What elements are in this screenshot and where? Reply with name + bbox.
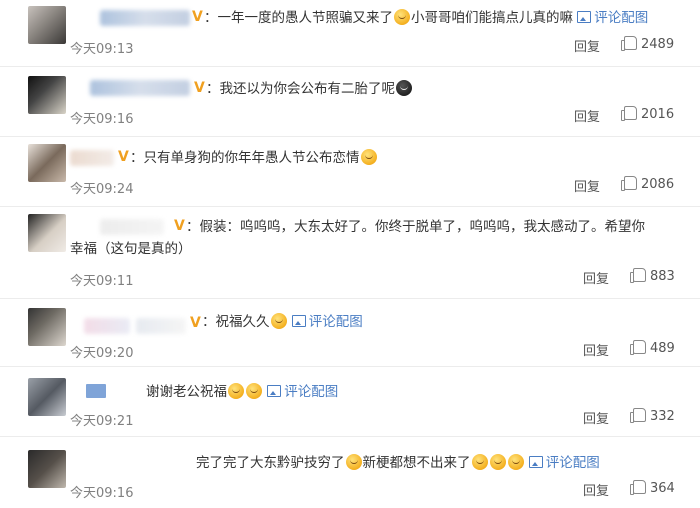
picture-link-label: 评论配图 [308, 314, 363, 330]
comment-item: V ：只有单身狗的你年年愚人节公布恋情 今天09:24 回复 2086 [0, 136, 700, 207]
thumbs-up-icon [630, 340, 646, 355]
emoji-face-icon [228, 383, 244, 399]
like-count: 364 [650, 481, 675, 496]
comment-item: 谢谢老公祝福 评论配图 今天09:21 回复 332 [0, 366, 700, 437]
comment-text-part: 小哥哥咱们能搞点儿真的嘛 [411, 10, 573, 26]
comment-item: V ：我还以为你会公布有二胎了呢 今天09:16 回复 2016 [0, 66, 700, 137]
emoji-face-icon [345, 454, 362, 470]
comment-text: 谢谢老公祝福 评论配图 [146, 381, 338, 403]
comment-time: 今天09:16 [70, 112, 134, 127]
thumbs-up-icon [630, 480, 646, 495]
emoji-face-icon [394, 9, 410, 25]
picture-link-label: 评论配图 [594, 10, 649, 26]
like-count: 2489 [641, 37, 675, 52]
avatar[interactable] [28, 76, 66, 114]
comment-text: 完了完了大东黔驴技穷了 新梗都想不出来了 评论配图 [196, 452, 600, 474]
reply-button[interactable]: 回复 [583, 340, 609, 359]
comment-time: 今天09:16 [70, 486, 134, 501]
emoji-face-icon [246, 383, 262, 399]
reply-button[interactable]: 回复 [574, 176, 600, 195]
comment-text-part: ：假装：呜呜呜，大东太好了。你终于脱单了，呜呜呜，我太感动了。希望你 [186, 219, 645, 235]
avatar[interactable] [28, 308, 66, 346]
comment-item: V ：祝福久久 评论配图 今天09:20 回复 489 [0, 298, 700, 367]
picture-link-label: 评论配图 [545, 455, 600, 471]
avatar[interactable] [28, 450, 66, 488]
comment-time: 今天09:21 [70, 414, 134, 429]
verified-v-icon: V [194, 80, 205, 96]
thumbs-up-icon [630, 268, 646, 283]
comment-text: ：只有单身狗的你年年愚人节公布恋情 [130, 147, 378, 169]
like-count: 332 [650, 409, 675, 424]
like-count: 2016 [641, 107, 675, 122]
like-button[interactable]: 364 [630, 480, 675, 496]
comment-picture-link[interactable]: 评论配图 [577, 10, 648, 26]
like-button[interactable]: 332 [630, 408, 675, 424]
avatar[interactable] [28, 214, 66, 252]
like-count: 489 [650, 341, 675, 356]
emoji-face-icon [270, 313, 287, 329]
like-button[interactable]: 2016 [621, 106, 675, 122]
reply-button[interactable]: 回复 [583, 408, 609, 427]
comment-time: 今天09:20 [70, 346, 134, 361]
emoji-face-icon [360, 149, 377, 165]
verified-v-icon: V [190, 315, 201, 331]
comment-text-part: ：只有单身狗的你年年愚人节公布恋情 [130, 150, 360, 166]
emoji-face-icon [396, 80, 412, 96]
comment-item: 完了完了大东黔驴技穷了 新梗都想不出来了 评论配图 今天09:16 回复 364 [0, 436, 700, 508]
username-blurred[interactable] [84, 318, 130, 334]
avatar[interactable] [28, 144, 66, 182]
comment-text-part: ：祝福久久 [202, 314, 270, 330]
like-button[interactable]: 2086 [621, 176, 675, 192]
comment-text: ：一年一度的愚人节照骗又来了 小哥哥咱们能搞点儿真的嘛 评论配图 [204, 7, 648, 29]
avatar[interactable] [28, 6, 66, 44]
comment-time: 今天09:11 [70, 274, 134, 289]
comment-text-part: ：一年一度的愚人节照骗又来了 [204, 10, 393, 26]
reply-button[interactable]: 回复 [574, 106, 600, 125]
picture-icon [291, 315, 306, 327]
like-button[interactable]: 2489 [621, 36, 675, 52]
comment-text-part: ：我还以为你会公布有二胎了呢 [206, 81, 395, 97]
comment-text: ：假装：呜呜呜，大东太好了。你终于脱单了，呜呜呜，我太感动了。希望你幸福（这句是… [70, 216, 690, 260]
emoji-face-icon [507, 454, 524, 470]
username-blurred[interactable] [100, 10, 190, 26]
thumbs-up-icon [621, 106, 637, 121]
reply-button[interactable]: 回复 [583, 268, 609, 287]
username-blurred[interactable] [136, 318, 186, 334]
comment-picture-link[interactable]: 评论配图 [291, 314, 363, 330]
verified-v-icon: V [192, 9, 203, 25]
thumbs-up-icon [621, 176, 637, 191]
verified-v-icon: V [118, 149, 129, 165]
comment-text-part: 幸福（这句是真的） [70, 241, 192, 257]
comment-text: ：我还以为你会公布有二胎了呢 [206, 78, 413, 100]
comment-time: 今天09:24 [70, 182, 134, 197]
comment-text-part: 谢谢老公祝福 [146, 384, 227, 400]
reply-button[interactable]: 回复 [574, 36, 600, 55]
username-blurred[interactable] [70, 150, 114, 166]
picture-icon [267, 385, 282, 397]
comment-text-part: 完了完了大东黔驴技穷了 [196, 455, 345, 471]
like-button[interactable]: 883 [630, 268, 675, 284]
picture-icon [577, 11, 592, 23]
username-blurred[interactable] [86, 384, 106, 398]
picture-link-label: 评论配图 [284, 384, 339, 400]
comment-picture-link[interactable]: 评论配图 [528, 455, 600, 471]
like-count: 2086 [641, 177, 675, 192]
comment-text: ：祝福久久 评论配图 [202, 311, 363, 333]
comment-picture-link[interactable]: 评论配图 [267, 384, 338, 400]
picture-icon [528, 456, 543, 468]
comment-item: V ：一年一度的愚人节照骗又来了 小哥哥咱们能搞点儿真的嘛 评论配图 今天09:1… [0, 0, 700, 67]
thumbs-up-icon [621, 36, 637, 51]
reply-button[interactable]: 回复 [583, 480, 609, 499]
comment-item: V ：假装：呜呜呜，大东太好了。你终于脱单了，呜呜呜，我太感动了。希望你 幸福（这… [0, 206, 700, 299]
like-button[interactable]: 489 [630, 340, 675, 356]
like-count: 883 [650, 269, 675, 284]
comment-text-part: 新梗都想不出来了 [362, 455, 471, 471]
username-blurred[interactable] [90, 80, 190, 96]
avatar[interactable] [28, 378, 66, 416]
comment-time: 今天09:13 [70, 42, 134, 57]
emoji-face-icon [471, 454, 488, 470]
emoji-face-icon [489, 454, 506, 470]
thumbs-up-icon [630, 408, 646, 423]
